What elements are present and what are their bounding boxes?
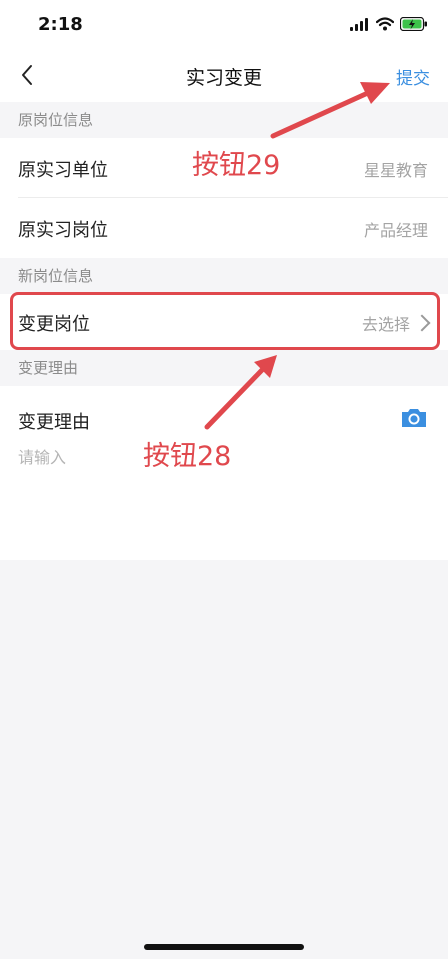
submit-button[interactable]: 提交	[396, 64, 430, 89]
wifi-icon	[376, 17, 394, 31]
annotation-highlight-box	[10, 292, 440, 350]
annotation-label-29: 按钮29	[192, 150, 281, 181]
section-header-original: 原岗位信息	[0, 102, 448, 138]
original-position-value: 产品经理	[363, 221, 428, 240]
status-icons	[350, 14, 428, 34]
original-position-row: 原实习岗位 产品经理	[0, 198, 448, 258]
original-position-label: 原实习岗位	[18, 220, 108, 241]
battery-charging-icon	[400, 17, 427, 31]
original-company-label: 原实习单位	[18, 160, 108, 181]
section-header-reason: 变更理由	[0, 350, 448, 386]
camera-icon[interactable]	[400, 407, 428, 429]
original-company-value: 星星教育	[363, 161, 428, 180]
home-indicator	[144, 944, 304, 950]
reason-label: 变更理由	[18, 412, 90, 433]
nav-bar: 实习变更 提交	[0, 48, 448, 102]
signal-icon	[350, 18, 368, 31]
status-time: 2:18	[38, 14, 83, 35]
reason-block: 变更理由	[0, 386, 448, 560]
section-header-new: 新岗位信息	[0, 258, 448, 294]
status-bar: 2:18	[0, 0, 448, 48]
annotation-label-28: 按钮28	[143, 441, 232, 472]
page-title: 实习变更	[185, 67, 262, 89]
